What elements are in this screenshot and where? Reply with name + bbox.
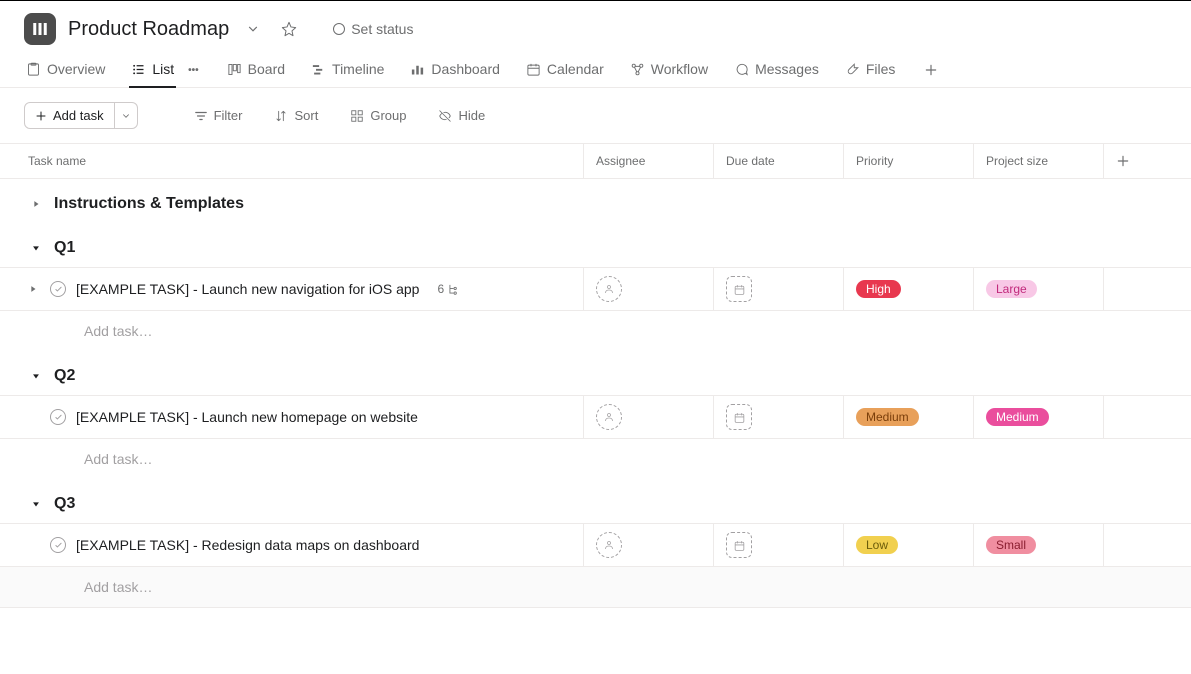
group-button[interactable]: Group (344, 104, 412, 127)
add-task-inline[interactable]: Add task… (0, 439, 1191, 479)
calendar-icon (526, 62, 541, 77)
section-toggle[interactable] (28, 368, 44, 384)
set-status-label: Set status (351, 21, 413, 37)
tab-label: Messages (755, 61, 819, 77)
priority-pill[interactable]: Low (856, 536, 898, 554)
tab-label: Calendar (547, 61, 604, 77)
assignee-placeholder[interactable] (596, 532, 622, 558)
group-label: Group (370, 108, 406, 123)
task-expand-toggle[interactable] (28, 284, 40, 294)
size-pill[interactable]: Small (986, 536, 1036, 554)
priority-pill[interactable]: High (856, 280, 901, 298)
task-row[interactable]: [EXAMPLE TASK] - Redesign data maps on d… (0, 523, 1191, 567)
sort-button[interactable]: Sort (268, 104, 324, 127)
tab-label: Board (248, 61, 285, 77)
overview-icon (26, 62, 41, 77)
subtask-count-badge[interactable]: 6 (437, 282, 461, 296)
files-icon (845, 62, 860, 77)
add-column-button[interactable] (1104, 144, 1191, 178)
section-title[interactable]: Q3 (54, 495, 75, 513)
tab-label: Files (866, 61, 896, 77)
dashboard-icon (410, 62, 425, 77)
size-pill[interactable]: Large (986, 280, 1037, 298)
tab-workflow[interactable]: Workflow (628, 53, 710, 87)
section-title[interactable]: Instructions & Templates (54, 195, 244, 213)
section-toggle[interactable] (28, 496, 44, 512)
hide-button[interactable]: Hide (432, 104, 491, 127)
section-toggle[interactable] (28, 240, 44, 256)
column-header-size[interactable]: Project size (974, 144, 1104, 178)
due-date-placeholder[interactable] (726, 532, 752, 558)
priority-pill[interactable]: Medium (856, 408, 919, 426)
task-row[interactable]: [EXAMPLE TASK] - Launch new navigation f… (0, 267, 1191, 311)
list-icon (131, 62, 146, 77)
board-icon (227, 62, 242, 77)
project-menu-chevron[interactable] (241, 17, 265, 41)
add-tab-button[interactable] (919, 58, 943, 82)
due-date-placeholder[interactable] (726, 404, 752, 430)
section-title[interactable]: Q1 (54, 239, 75, 257)
column-header-task[interactable]: Task name (0, 144, 584, 178)
tab-timeline[interactable]: Timeline (309, 53, 386, 87)
project-title[interactable]: Product Roadmap (68, 18, 229, 41)
size-pill[interactable]: Medium (986, 408, 1049, 426)
tab-messages[interactable]: Messages (732, 53, 821, 87)
status-circle-icon (333, 23, 345, 35)
task-name: [EXAMPLE TASK] - Redesign data maps on d… (76, 537, 419, 553)
tab-calendar[interactable]: Calendar (524, 53, 606, 87)
section-title[interactable]: Q2 (54, 367, 75, 385)
add-task-inline[interactable]: Add task… (0, 567, 1191, 608)
workflow-icon (630, 62, 645, 77)
task-complete-checkbox[interactable] (50, 537, 66, 553)
due-date-placeholder[interactable] (726, 276, 752, 302)
assignee-placeholder[interactable] (596, 404, 622, 430)
column-header-priority[interactable]: Priority (844, 144, 974, 178)
subtask-icon (447, 282, 461, 296)
task-name: [EXAMPLE TASK] - Launch new navigation f… (76, 281, 419, 297)
tab-label: Timeline (332, 61, 384, 77)
filter-button[interactable]: Filter (188, 104, 249, 127)
add-task-inline[interactable]: Add task… (0, 311, 1191, 351)
task-name: [EXAMPLE TASK] - Launch new homepage on … (76, 409, 418, 425)
section-toggle[interactable] (28, 196, 44, 212)
add-task-button[interactable]: Add task (24, 102, 115, 129)
tab-label: Overview (47, 61, 105, 77)
set-status-button[interactable]: Set status (325, 17, 421, 41)
tab-list[interactable]: List (129, 53, 176, 87)
tab-label: Workflow (651, 61, 708, 77)
messages-icon (734, 62, 749, 77)
tab-more-icon[interactable]: ••• (184, 65, 203, 76)
project-icon (24, 13, 56, 45)
column-header-due[interactable]: Due date (714, 144, 844, 178)
tab-label: List (152, 61, 174, 77)
add-task-label: Add task (53, 108, 104, 123)
tab-overview[interactable]: Overview (24, 53, 107, 87)
filter-label: Filter (214, 108, 243, 123)
tab-dashboard[interactable]: Dashboard (408, 53, 502, 87)
tab-board[interactable]: Board (225, 53, 287, 87)
tab-files[interactable]: Files (843, 53, 898, 87)
hide-label: Hide (458, 108, 485, 123)
task-row[interactable]: [EXAMPLE TASK] - Launch new homepage on … (0, 395, 1191, 439)
task-complete-checkbox[interactable] (50, 281, 66, 297)
sort-label: Sort (294, 108, 318, 123)
task-complete-checkbox[interactable] (50, 409, 66, 425)
assignee-placeholder[interactable] (596, 276, 622, 302)
add-task-dropdown[interactable] (115, 102, 138, 129)
tab-label: Dashboard (431, 61, 500, 77)
column-header-assignee[interactable]: Assignee (584, 144, 714, 178)
timeline-icon (311, 62, 326, 77)
favorite-star-icon[interactable] (277, 17, 301, 41)
